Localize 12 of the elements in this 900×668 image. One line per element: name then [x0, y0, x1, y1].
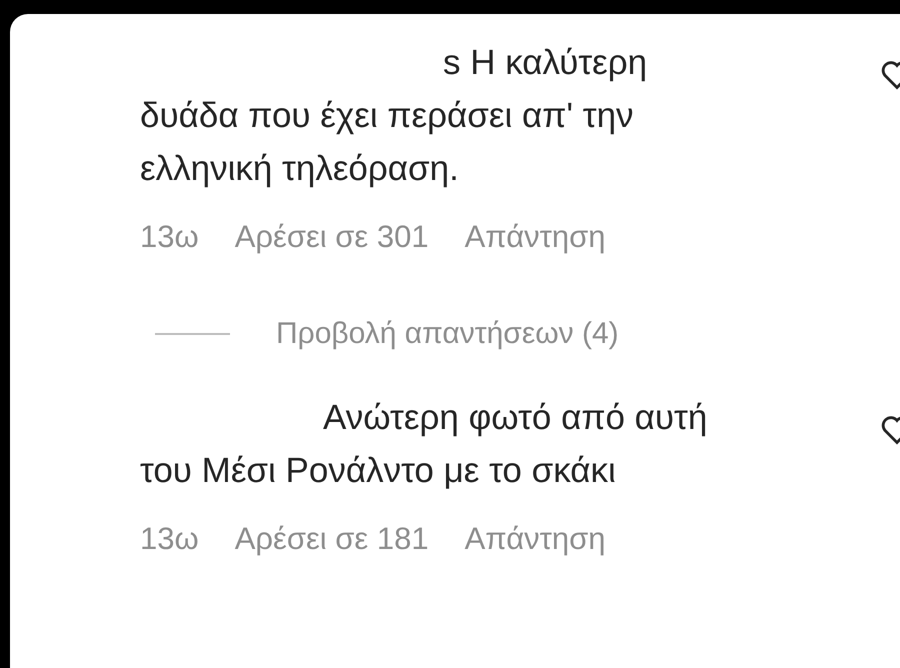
view-replies-link[interactable]: Προβολή απαντήσεων (4): [276, 317, 619, 351]
comment-time: 13ω: [140, 521, 199, 557]
reply-link[interactable]: Απάντηση: [464, 219, 606, 255]
likes-link[interactable]: Αρέσει σε 181: [234, 521, 429, 557]
comment-time: 13ω: [140, 219, 199, 255]
comment-text: Ανώτερη φωτό από αυτή: [322, 397, 708, 439]
comment-text: του Μέσι Ρονάλντο με το σκάκι: [140, 450, 616, 492]
reply-link[interactable]: Απάντηση: [464, 521, 606, 557]
likes-link[interactable]: Αρέσει σε 301: [234, 219, 429, 255]
comment-text: s Η καλύτερη: [442, 42, 648, 84]
comment-text: ελληνική τηλεόραση.: [140, 148, 459, 190]
comment-text: δυάδα που έχει περάσει απ' την: [140, 95, 634, 137]
